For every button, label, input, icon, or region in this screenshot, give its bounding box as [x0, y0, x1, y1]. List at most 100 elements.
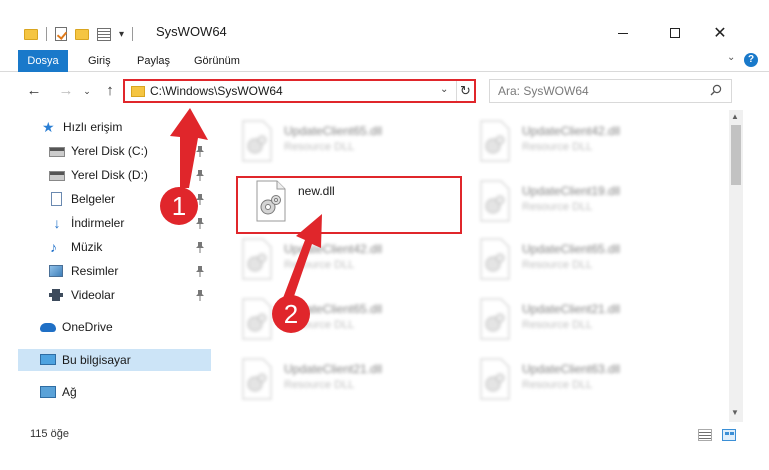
address-history-icon[interactable]: ⌄: [440, 84, 448, 95]
file-type: Resource DLL: [284, 379, 355, 391]
dll-file-icon: [480, 298, 510, 340]
status-bar: 115 öğe: [0, 424, 769, 446]
file-name: UpdateClient42.dll: [284, 242, 383, 256]
sidebar-item-label: Bu bilgisayar: [62, 353, 131, 367]
sidebar-item-this-pc[interactable]: Bu bilgisayar: [18, 349, 211, 371]
file-tile[interactable]: UpdateClient19.dll Resource DLL: [460, 176, 690, 230]
folder-icon: [131, 86, 145, 97]
sidebar-item-music[interactable]: ♪ Müzik: [18, 236, 211, 258]
pin-icon[interactable]: [195, 241, 205, 253]
file-name: UpdateClient21.dll: [284, 362, 383, 376]
item-count: 115 öğe: [30, 428, 69, 440]
file-tile[interactable]: UpdateClient65.dll Resource DLL: [222, 116, 452, 170]
back-button[interactable]: ←: [24, 80, 44, 102]
ribbon-expand-icon[interactable]: ⌄: [727, 52, 735, 63]
vertical-scrollbar[interactable]: ▲ ▼: [729, 110, 743, 422]
address-path[interactable]: C:\Windows\SysWOW64: [150, 84, 283, 98]
properties-check-icon[interactable]: [55, 27, 67, 41]
up-button[interactable]: ↑: [100, 80, 120, 102]
navigation-pane: ★ Hızlı erişim Yerel Disk (C:) Yerel Dis…: [18, 114, 211, 414]
onedrive-icon: [40, 323, 56, 332]
minimize-button[interactable]: [600, 20, 646, 46]
sidebar-item-label: Videolar: [71, 288, 115, 302]
dll-file-icon: [480, 120, 510, 162]
file-type: Resource DLL: [284, 259, 355, 271]
tab-home[interactable]: Giriş: [88, 50, 111, 72]
pin-icon[interactable]: [195, 169, 205, 181]
maximize-icon: [670, 28, 680, 38]
star-icon: ★: [42, 119, 55, 135]
pin-icon[interactable]: [195, 145, 205, 157]
file-type: Resource DLL: [522, 141, 593, 153]
sidebar-item-label: Hızlı erişim: [63, 120, 123, 134]
sidebar-item-pictures[interactable]: Resimler: [18, 260, 211, 282]
search-input[interactable]: Ara: SysWOW64: [489, 79, 732, 103]
file-name: UpdateClient42.dll: [522, 124, 621, 138]
file-type: Resource DLL: [522, 379, 593, 391]
toolbar-divider: [46, 27, 47, 41]
file-name: UpdateClient65.dll: [284, 124, 383, 138]
new-folder-icon[interactable]: [75, 28, 89, 40]
scroll-thumb[interactable]: [731, 125, 741, 185]
folder-icon[interactable]: [24, 28, 38, 40]
file-tile[interactable]: UpdateClient65.dll Resource DLL: [460, 234, 690, 288]
forward-button[interactable]: →: [56, 80, 76, 102]
sidebar-item-network[interactable]: Ağ: [18, 381, 211, 403]
sidebar-item-label: Ağ: [62, 385, 77, 399]
tab-file[interactable]: Dosya: [18, 50, 68, 72]
music-icon: ♪: [50, 239, 57, 255]
dll-file-icon: [242, 120, 272, 162]
drive-icon: [49, 147, 65, 157]
file-type: Resource DLL: [284, 141, 355, 153]
scroll-down-icon[interactable]: ▼: [731, 408, 739, 417]
step-1-badge: 1: [160, 187, 198, 225]
document-icon: [51, 192, 62, 206]
sidebar-item-local-disk-d[interactable]: Yerel Disk (D:): [18, 164, 211, 186]
sidebar-item-label: Yerel Disk (C:): [71, 144, 148, 158]
qat-dropdown-icon[interactable]: ▾: [119, 29, 124, 40]
close-button[interactable]: ✕: [697, 20, 743, 46]
tab-view[interactable]: Görünüm: [194, 50, 240, 72]
refresh-button[interactable]: ↻: [456, 81, 474, 101]
file-tile[interactable]: UpdateClient21.dll Resource DLL: [222, 354, 452, 408]
pin-icon[interactable]: [195, 217, 205, 229]
sidebar-item-label: Resimler: [71, 264, 119, 278]
ribbon: Dosya Giriş Paylaş Görünüm ⌄ ?: [0, 50, 769, 72]
sidebar-item-label: Belgeler: [71, 192, 116, 206]
pin-icon[interactable]: [195, 265, 205, 277]
step-2-badge: 2: [272, 295, 310, 333]
new-dll-highlight-box: [236, 176, 462, 234]
sidebar-item-onedrive[interactable]: OneDrive: [18, 316, 211, 338]
tab-share[interactable]: Paylaş: [137, 50, 170, 72]
quick-access-toolbar: ▾: [24, 24, 134, 44]
dll-file-icon: [480, 238, 510, 280]
file-tile[interactable]: UpdateClient65.dll Resource DLL: [222, 294, 452, 348]
sidebar-item-quick-access[interactable]: ★ Hızlı erişim: [18, 116, 211, 138]
minimize-icon: [618, 32, 628, 34]
file-tile[interactable]: UpdateClient63.dll Resource DLL: [460, 354, 690, 408]
window-title: SysWOW64: [156, 24, 227, 39]
sidebar-item-label: OneDrive: [62, 320, 113, 334]
recent-locations-icon[interactable]: ⌄: [80, 80, 94, 102]
large-icons-view-icon[interactable]: [722, 429, 736, 441]
address-bar[interactable]: C:\Windows\SysWOW64 ⌄ ↻: [123, 79, 476, 103]
sidebar-item-videos[interactable]: Videolar: [18, 284, 211, 306]
pin-icon[interactable]: [195, 289, 205, 301]
pictures-icon: [49, 265, 63, 277]
help-icon[interactable]: ?: [744, 53, 758, 67]
maximize-button[interactable]: [652, 20, 698, 46]
file-tile[interactable]: UpdateClient42.dll Resource DLL: [222, 234, 452, 288]
details-view-icon[interactable]: [698, 429, 712, 441]
sidebar-item-label: Yerel Disk (D:): [71, 168, 148, 182]
file-tile[interactable]: UpdateClient42.dll Resource DLL: [460, 116, 690, 170]
sidebar-item-local-disk-c[interactable]: Yerel Disk (C:): [18, 140, 211, 162]
file-name: UpdateClient19.dll: [522, 184, 621, 198]
scroll-up-icon[interactable]: ▲: [731, 112, 739, 121]
search-placeholder: Ara: SysWOW64: [498, 84, 589, 98]
dll-file-icon: [242, 298, 272, 340]
title-bar: ▾ SysWOW64 ✕: [0, 0, 769, 46]
file-type: Resource DLL: [522, 259, 593, 271]
file-name: UpdateClient63.dll: [522, 362, 621, 376]
file-tile[interactable]: UpdateClient21.dll Resource DLL: [460, 294, 690, 348]
customize-icon[interactable]: [97, 27, 111, 41]
